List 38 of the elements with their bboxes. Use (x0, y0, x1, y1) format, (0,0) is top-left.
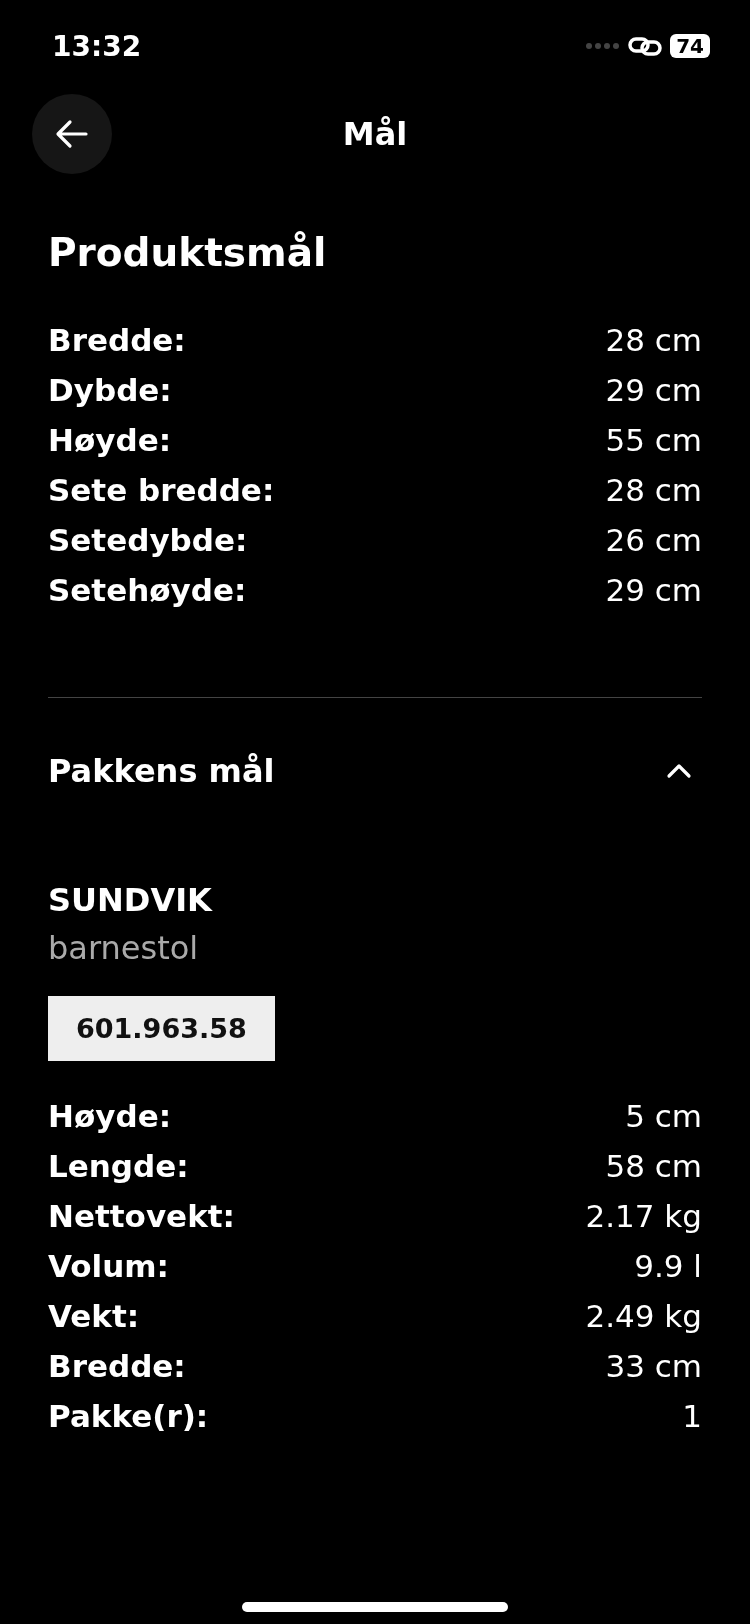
signal-icon (586, 42, 621, 50)
dimension-value: 28 cm (605, 471, 702, 510)
product-name: SUNDVIK (48, 880, 214, 921)
dimension-value: 29 cm (605, 371, 702, 410)
dimension-value: 2.17 kg (585, 1197, 702, 1236)
package-dimensions-toggle[interactable]: Pakkens mål (48, 698, 702, 844)
dimension-label: Setedybde: (48, 521, 248, 560)
dimension-value: 5 cm (625, 1097, 702, 1136)
dimension-value: 1 (682, 1397, 702, 1436)
back-arrow-icon (55, 119, 89, 149)
dimension-value: 33 cm (605, 1347, 702, 1386)
dimension-label: Høyde: (48, 421, 172, 460)
dimension-label: Pakke(r): (48, 1397, 209, 1436)
dimension-value: 9.9 l (634, 1247, 702, 1286)
dimension-value: 29 cm (605, 571, 702, 610)
dimension-label: Bredde: (48, 321, 186, 360)
battery-level: 74 (670, 34, 710, 58)
chevron-up-icon (666, 763, 692, 779)
dimension-value: 58 cm (605, 1147, 702, 1186)
dimension-label: Høyde: (48, 1097, 172, 1136)
dimension-value: 55 cm (605, 421, 702, 460)
page-title: Mål (342, 115, 408, 153)
dimension-value: 2.49 kg (585, 1297, 702, 1336)
article-number: 601.963.58 (48, 996, 275, 1061)
dimension-label: Dybde: (48, 371, 172, 410)
dimension-label: Vekt: (48, 1297, 140, 1336)
dimension-label: Lengde: (48, 1147, 189, 1186)
status-time: 13:32 (52, 29, 142, 63)
dimension-value: 26 cm (605, 521, 702, 560)
dimension-value: 28 cm (605, 321, 702, 360)
dimension-label: Nettovekt: (48, 1197, 235, 1236)
product-type: barnestol (48, 928, 200, 969)
dimension-label: Bredde: (48, 1347, 186, 1386)
dimension-label: Setehøyde: (48, 571, 247, 610)
section-title: Produktsmål (48, 230, 328, 275)
dimension-label: Volum: (48, 1247, 169, 1286)
link-icon (628, 35, 663, 57)
dimension-label: Sete bredde: (48, 471, 275, 510)
